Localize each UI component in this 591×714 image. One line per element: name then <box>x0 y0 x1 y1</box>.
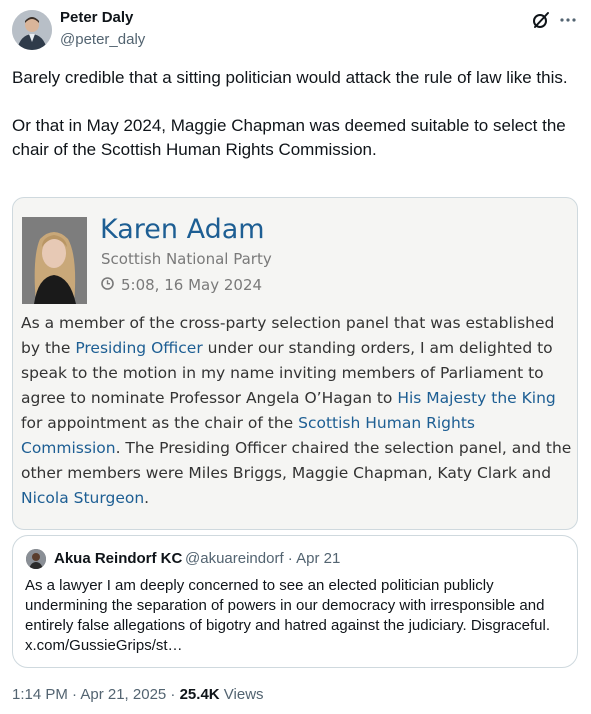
tweet-footer: 1:14 PM · Apr 21, 2025 · 25.4K Views <box>12 686 264 703</box>
tweet-paragraph: Or that in May 2024, Maggie Chapman was … <box>12 116 566 159</box>
tweet-paragraph: Barely credible that a sitting politicia… <box>12 68 568 87</box>
speaker-party: Scottish National Party <box>101 250 272 268</box>
speech-text: for appointment as the chair of the <box>21 414 299 432</box>
speaker-timestamp-row: 5:08, 16 May 2024 <box>101 276 262 294</box>
clock-icon <box>101 276 114 294</box>
post-timestamp[interactable]: 1:14 PM · Apr 21, 2025 · <box>12 686 180 703</box>
speech-link: His Majesty the King <box>397 389 556 407</box>
author-avatar[interactable] <box>12 10 52 50</box>
speaker-timestamp: 5:08, 16 May 2024 <box>121 276 263 294</box>
speaker-name: Karen Adam <box>100 214 265 245</box>
author-handle[interactable]: @peter_daly <box>60 31 145 48</box>
speaker-photo <box>22 217 87 304</box>
more-horizontal-icon[interactable] <box>558 10 578 30</box>
speech-body: As a member of the cross-party selection… <box>21 311 573 511</box>
quoted-handle-date: @akuareindorf · Apr 21 <box>185 550 341 567</box>
views-count: 25.4K <box>179 686 220 703</box>
views-label: Views <box>219 686 264 703</box>
quoted-author-name: Akua Reindorf KC <box>54 550 183 567</box>
quoted-avatar <box>26 549 46 569</box>
speech-link: Presiding Officer <box>75 339 203 357</box>
quoted-tweet[interactable]: Akua Reindorf KC @akuareindorf · Apr 21 … <box>12 535 578 668</box>
embedded-image-card[interactable]: Karen Adam Scottish National Party 5:08,… <box>12 197 578 530</box>
tweet-text: Barely credible that a sitting politicia… <box>12 66 577 162</box>
speech-text: . <box>144 489 150 507</box>
speech-link: Nicola Sturgeon <box>21 489 145 507</box>
grok-slash-circle-icon[interactable] <box>531 10 551 30</box>
quoted-text: As a lawyer I am deeply concerned to see… <box>25 577 551 654</box>
author-name[interactable]: Peter Daly <box>60 9 133 26</box>
